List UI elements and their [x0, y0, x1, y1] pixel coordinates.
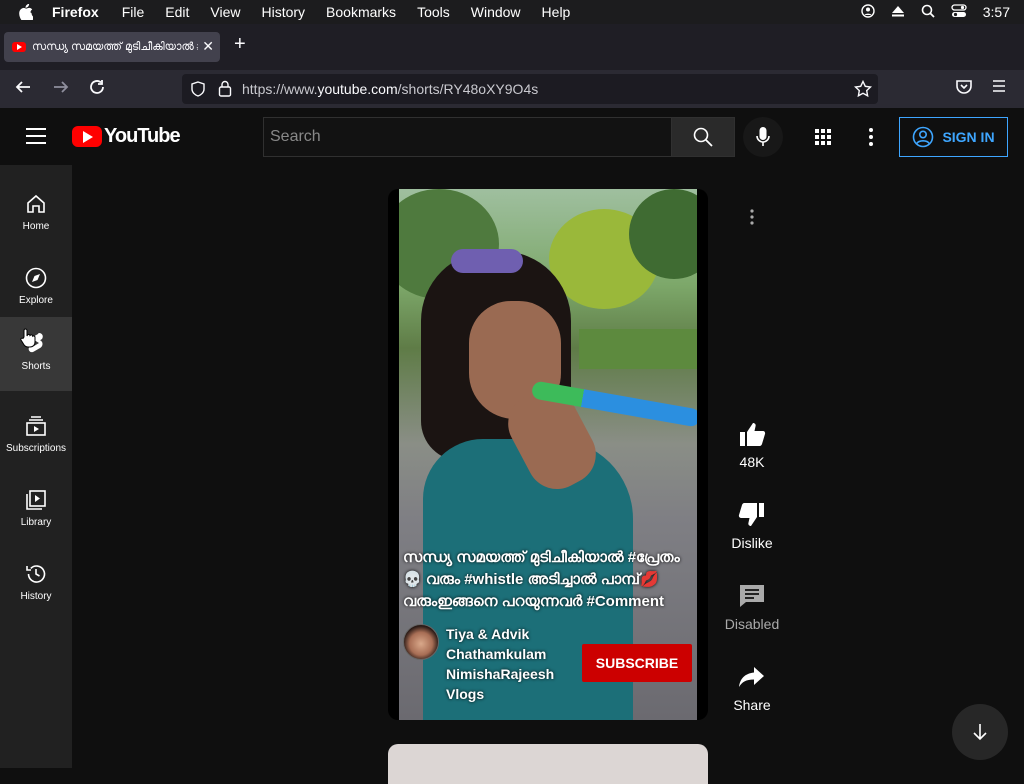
- caption-line: സന്ധ്യ സമയത്ത് മുടിചീകിയാൽ #പ്രേതം: [403, 549, 680, 566]
- share-button[interactable]: Share: [722, 663, 782, 713]
- microphone-icon: [756, 127, 770, 146]
- comments-label: Disabled: [724, 616, 780, 632]
- sidebar-item-label: Explore: [19, 295, 53, 306]
- library-icon: [26, 490, 46, 510]
- sidebar-item-library[interactable]: Library: [0, 475, 72, 549]
- back-icon[interactable]: [14, 78, 32, 101]
- sign-in-button[interactable]: SIGN IN: [899, 117, 1008, 157]
- history-icon: [26, 565, 46, 583]
- sidebar-item-subscriptions[interactable]: Subscriptions: [0, 401, 72, 475]
- eject-icon[interactable]: [891, 4, 905, 20]
- voice-search-button[interactable]: [743, 117, 783, 157]
- search-input[interactable]: Search: [263, 117, 672, 157]
- new-tab-icon[interactable]: +: [234, 33, 246, 56]
- comments-button[interactable]: Disabled: [722, 582, 782, 632]
- sidebar-item-history[interactable]: History: [0, 549, 72, 623]
- tab-bar: സന്ധ്യ സമയത്ത് മുടിചീകിയാൽ #പ്രേതം ✕: [0, 24, 1024, 70]
- caption-line: വരുംഇങ്ങനെ പറയുന്നവർ #Comment: [403, 593, 664, 610]
- menu-history[interactable]: History: [261, 4, 305, 20]
- hair-bow-shape: [451, 249, 523, 273]
- control-center-icon[interactable]: [951, 3, 967, 21]
- youtube-play-icon: [72, 126, 102, 147]
- settings-more-icon[interactable]: [866, 127, 876, 152]
- sign-in-label: SIGN IN: [942, 129, 995, 145]
- channel-info: Tiya & Advik Chathamkulam NimishaRajeesh…: [403, 624, 573, 704]
- search-button[interactable]: [671, 117, 735, 157]
- thumbs-down-icon: [738, 503, 764, 526]
- menu-window[interactable]: Window: [471, 4, 521, 20]
- share-icon: [739, 667, 764, 687]
- lock-icon[interactable]: [218, 80, 232, 100]
- sidebar-item-explore[interactable]: Explore: [0, 253, 72, 327]
- youtube-favicon-icon: [12, 42, 26, 52]
- search-icon: [693, 127, 713, 147]
- apple-icon[interactable]: [0, 4, 52, 20]
- tab-title: സന്ധ്യ സമയത്ത് മുടിചീകിയാൽ #പ്രേതം: [32, 40, 198, 53]
- url-bar[interactable]: https://www.youtube.com/shorts/RY48oXY9O…: [182, 74, 878, 104]
- close-tab-icon[interactable]: ✕: [202, 38, 214, 55]
- channel-name[interactable]: Tiya & Advik Chathamkulam NimishaRajeesh…: [446, 624, 566, 704]
- sidebar-item-label: History: [20, 591, 52, 602]
- compass-icon: [25, 267, 47, 289]
- youtube-header: YouTube Search SIGN IN: [0, 108, 1024, 165]
- reload-icon[interactable]: [88, 78, 106, 101]
- menu-firefox[interactable]: Firefox: [52, 4, 99, 20]
- dislike-label: Dislike: [731, 535, 773, 551]
- bookmark-star-icon[interactable]: [853, 79, 873, 101]
- youtube-logo-text: YouTube: [104, 125, 181, 147]
- menu-tools[interactable]: Tools: [417, 4, 450, 20]
- browser-tab[interactable]: സന്ധ്യ സമയത്ത് മുടിചീകിയാൽ #പ്രേതം ✕: [4, 32, 220, 62]
- user-account-icon[interactable]: [861, 3, 875, 21]
- url-text[interactable]: https://www.youtube.com/shorts/RY48oXY9O…: [242, 81, 538, 97]
- like-count: 48K: [739, 454, 765, 470]
- menu-file[interactable]: File: [122, 4, 145, 20]
- thumbs-up-icon: [740, 423, 766, 446]
- caption-line: 💀 വരും #whistle അടിച്ചാൽ പാമ്പ്💋: [403, 571, 659, 588]
- hand-cursor-icon: [20, 328, 36, 353]
- hedge-shape: [579, 329, 697, 369]
- next-short-preview[interactable]: [388, 744, 708, 784]
- guide-menu-icon[interactable]: [26, 128, 46, 144]
- navigation-bar: https://www.youtube.com/shorts/RY48oXY9O…: [0, 70, 1024, 108]
- menu-edit[interactable]: Edit: [165, 4, 189, 20]
- sidebar-item-label: Shorts: [21, 361, 51, 372]
- sidebar-item-label: Library: [20, 517, 52, 528]
- subscribe-button[interactable]: SUBSCRIBE: [582, 644, 692, 682]
- tracking-protection-icon[interactable]: [190, 81, 206, 100]
- forward-icon[interactable]: [52, 78, 70, 101]
- sidebar: Home Explore Shorts Subscriptions Librar…: [0, 165, 72, 768]
- user-circle-icon: [913, 126, 934, 148]
- comment-icon: [740, 585, 764, 607]
- short-caption: സന്ധ്യ സമയത്ത് മുടിചീകിയാൽ #പ്രേതം 💀 വരു…: [403, 547, 693, 613]
- sidebar-item-label: Home: [22, 221, 50, 232]
- subscriptions-icon: [26, 416, 46, 436]
- macos-menubar: Firefox File Edit View History Bookmarks…: [0, 0, 1024, 24]
- share-label: Share: [733, 697, 771, 713]
- dislike-button[interactable]: Dislike: [722, 501, 782, 551]
- clock[interactable]: 3:57: [983, 4, 1010, 20]
- home-icon: [27, 194, 45, 213]
- menu-help[interactable]: Help: [542, 4, 571, 20]
- sidebar-item-home[interactable]: Home: [0, 179, 72, 253]
- menu-bookmarks[interactable]: Bookmarks: [326, 4, 396, 20]
- sidebar-item-shorts[interactable]: Shorts: [0, 317, 72, 391]
- menu-view[interactable]: View: [210, 4, 240, 20]
- app-menu-icon[interactable]: [991, 78, 1007, 99]
- like-button[interactable]: 48K: [722, 420, 782, 470]
- sidebar-item-label: Subscriptions: [5, 443, 67, 454]
- next-video-button[interactable]: [952, 704, 1008, 760]
- youtube-logo[interactable]: YouTube: [72, 125, 181, 148]
- pocket-icon[interactable]: [955, 78, 973, 101]
- channel-avatar[interactable]: [403, 624, 439, 660]
- arrow-down-icon: [973, 724, 987, 741]
- apps-grid-icon[interactable]: [813, 127, 833, 152]
- spotlight-search-icon[interactable]: [921, 4, 935, 21]
- video-more-icon[interactable]: [745, 207, 759, 232]
